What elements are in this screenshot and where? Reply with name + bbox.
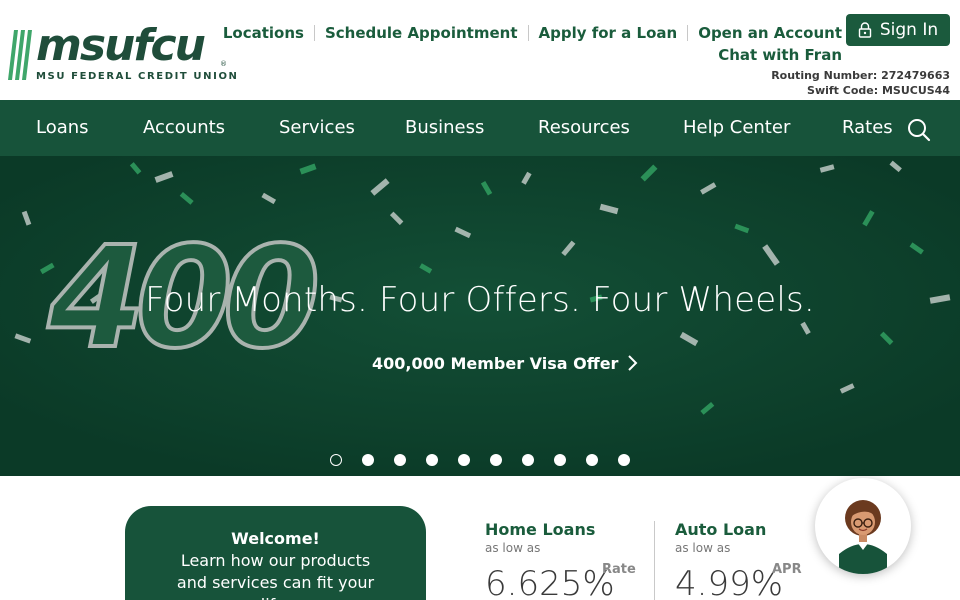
utility-links: Locations Schedule Appointment Apply for… — [223, 22, 842, 66]
logo-wordmark: msufcu — [36, 20, 206, 71]
rate-subtitle: as low as — [485, 541, 541, 555]
msufcu-logo[interactable]: msufcu ® MSU FEDERAL CREDIT UNION — [8, 20, 237, 86]
carousel-dots — [330, 454, 630, 466]
hero-headline: Four Months. Four Offers. Four Wheels. — [145, 280, 815, 320]
schedule-appointment-link[interactable]: Schedule Appointment — [325, 24, 518, 42]
search-icon[interactable] — [906, 117, 932, 143]
lock-icon — [858, 22, 872, 38]
sign-in-button[interactable]: Sign In — [846, 14, 950, 46]
rate-value: 4.99% — [675, 564, 784, 600]
carousel-dot[interactable] — [458, 454, 470, 466]
rate-title: Auto Loan — [675, 520, 767, 539]
rate-value: 6.625% — [485, 564, 615, 600]
carousel-dot[interactable] — [394, 454, 406, 466]
auto-loan-rate[interactable]: Auto Loan as low as 4.99% APR — [675, 520, 802, 600]
logo-tagline: MSU FEDERAL CREDIT UNION — [36, 71, 239, 82]
open-account-link[interactable]: Open an Account — [698, 24, 842, 42]
link-separator — [527, 25, 529, 41]
routing-number: Routing Number: 272479663 — [771, 69, 950, 82]
site-header: msufcu ® MSU FEDERAL CREDIT UNION Locati… — [0, 0, 960, 100]
carousel-dot[interactable] — [490, 454, 502, 466]
welcome-body: Learn how our products and services can … — [176, 551, 375, 600]
welcome-card[interactable]: Welcome! Learn how our products and serv… — [125, 506, 426, 600]
chevron-right-icon[interactable] — [626, 354, 638, 372]
rate-unit: APR — [772, 562, 802, 577]
locations-link[interactable]: Locations — [223, 24, 304, 42]
welcome-title: Welcome! — [231, 529, 320, 548]
hero-offer-link[interactable]: 400,000 Member Visa Offer — [372, 354, 618, 373]
apply-for-loan-link[interactable]: Apply for a Loan — [539, 24, 678, 42]
carousel-dot[interactable] — [586, 454, 598, 466]
home-loans-rate[interactable]: Home Loans as low as 6.625% Rate — [485, 520, 636, 600]
chat-with-fran-link[interactable]: Chat with Fran — [718, 46, 842, 64]
nav-help-center[interactable]: Help Center — [683, 100, 790, 156]
rate-unit: Rate — [602, 562, 636, 577]
nav-services[interactable]: Services — [279, 100, 355, 156]
carousel-dot[interactable] — [554, 454, 566, 466]
nav-resources[interactable]: Resources — [538, 100, 630, 156]
main-nav: Loans Accounts Services Business Resourc… — [0, 100, 960, 156]
nav-accounts[interactable]: Accounts — [143, 100, 225, 156]
carousel-dot[interactable] — [330, 454, 342, 466]
rate-divider — [654, 521, 655, 600]
sign-in-label: Sign In — [879, 20, 939, 40]
carousel-dot[interactable] — [426, 454, 438, 466]
hero-carousel: 400 Four Months. Four Offers. Four Wheel… — [0, 156, 960, 476]
chat-assistant-avatar-icon — [839, 500, 887, 574]
carousel-dot[interactable] — [362, 454, 374, 466]
chat-assistant-button[interactable] — [815, 478, 911, 574]
bank-codes: Routing Number: 272479663 Swift Code: MS… — [771, 68, 950, 98]
swift-code: Swift Code: MSUCUS44 — [807, 84, 950, 97]
link-separator — [687, 25, 689, 41]
link-separator — [313, 25, 315, 41]
nav-business[interactable]: Business — [405, 100, 484, 156]
rate-title: Home Loans — [485, 520, 596, 539]
carousel-dot[interactable] — [618, 454, 630, 466]
nav-loans[interactable]: Loans — [36, 100, 89, 156]
rate-subtitle: as low as — [675, 541, 731, 555]
nav-rates[interactable]: Rates — [842, 100, 893, 156]
carousel-dot[interactable] — [522, 454, 534, 466]
